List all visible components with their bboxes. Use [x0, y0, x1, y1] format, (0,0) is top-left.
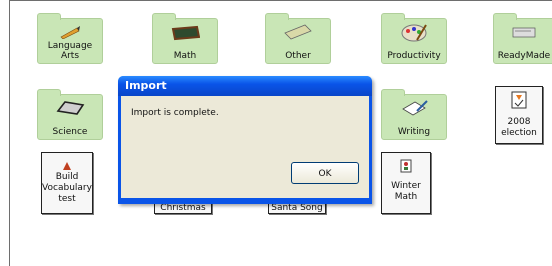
dialog-body: Import is complete. OK [121, 96, 369, 198]
folder-other[interactable]: Other [265, 13, 331, 64]
tile-label: 2008 election [501, 117, 537, 138]
board-icon [266, 23, 330, 41]
folder-label: Other [285, 51, 311, 61]
folder-label: ReadyMade [497, 51, 551, 61]
tile-winter-math[interactable]: Winter Math [381, 152, 431, 214]
pencil-icon [38, 23, 102, 41]
folder-label: Productivity [387, 51, 441, 61]
chalkboard-icon [153, 23, 217, 41]
dialog-message: Import is complete. [131, 108, 219, 118]
folder-science[interactable]: Science [37, 89, 103, 140]
folder-writing[interactable]: Writing [381, 89, 447, 140]
folder-math[interactable]: Math [152, 13, 218, 64]
snow-icon [382, 156, 430, 176]
folder-label: Science [52, 127, 88, 137]
tile-label: Santa Song [271, 203, 323, 213]
tile-label: Winter Math [391, 181, 421, 202]
folder-label: Math [173, 51, 197, 61]
book-icon [494, 23, 552, 41]
ballot-icon [496, 90, 542, 110]
palette-icon [382, 23, 446, 42]
ok-button[interactable]: OK [291, 162, 359, 184]
folder-readymade[interactable]: ReadyMade [493, 13, 552, 64]
folder-label: Writing [397, 127, 431, 137]
tile-2008-election[interactable]: 2008 election [495, 86, 543, 144]
folder-productivity[interactable]: Productivity [381, 13, 447, 64]
tile-label: Christmas [160, 203, 206, 213]
folder-language-arts[interactable]: Language Arts [37, 13, 103, 64]
import-dialog: Import Import is complete. OK [118, 76, 372, 204]
paper-icon [382, 99, 446, 117]
slate-icon [38, 99, 102, 117]
tile-build-vocabulary-test[interactable]: Build Vocabulary test [41, 152, 93, 214]
folder-label: Language Arts [47, 41, 93, 61]
dialog-title[interactable]: Import [118, 76, 372, 96]
tile-label: Build Vocabulary test [42, 172, 92, 204]
